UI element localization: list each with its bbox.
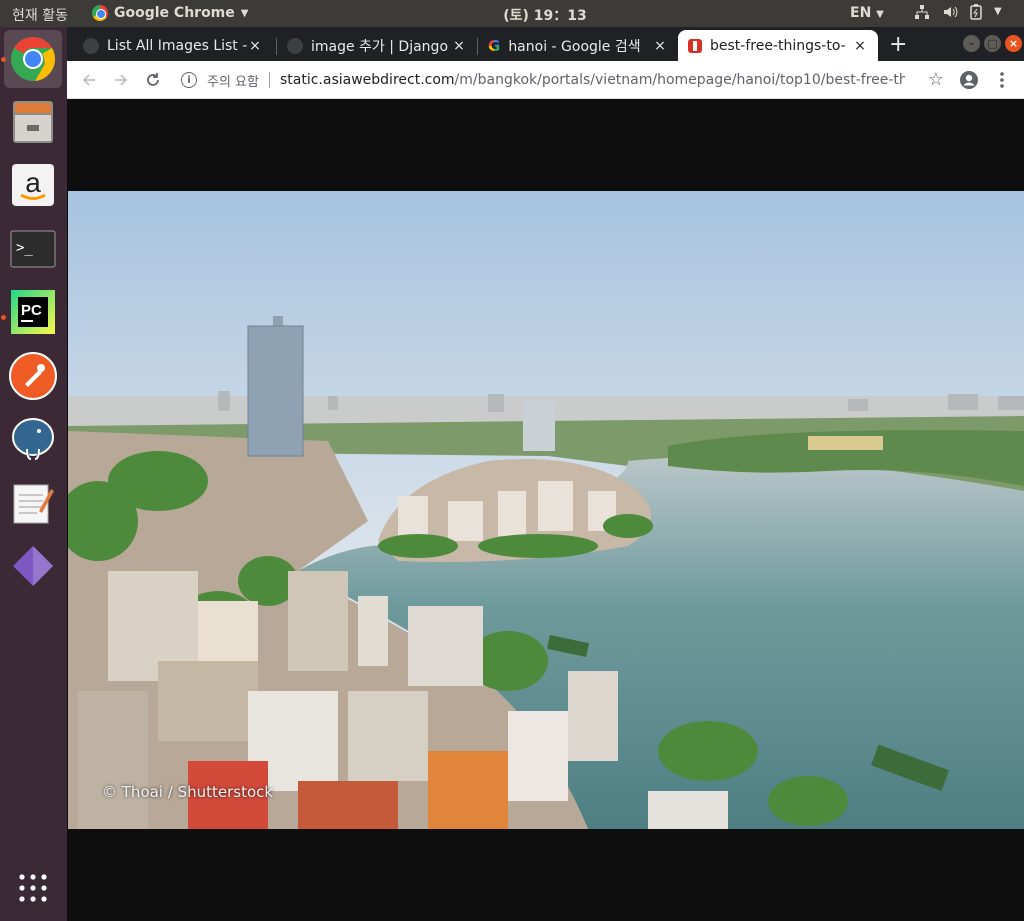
dock-postman[interactable] (4, 347, 62, 405)
dock-terminal[interactable]: >_ (4, 220, 62, 278)
site-favicon-icon (688, 38, 702, 53)
close-icon[interactable]: × (852, 38, 868, 54)
postgresql-elephant-icon (12, 418, 54, 460)
terminal-icon: >_ (10, 230, 56, 268)
tab-image-django[interactable]: image 추가 | Django × (277, 30, 477, 61)
tab-title: best-free-things-to- (710, 37, 846, 54)
address-bar[interactable]: i 주의 요함 static.asiawebdirect.com/m/bangk… (173, 65, 958, 95)
close-icon[interactable]: × (247, 38, 263, 54)
url-path: /m/bangkok/portals/vietnam/homepage/hano… (454, 72, 905, 88)
tab-hanoi-google[interactable]: G hanoi - Google 검색 × (478, 30, 678, 61)
system-tray[interactable]: ▼ (914, 4, 1002, 24)
network-icon (914, 4, 930, 24)
dock-files[interactable] (4, 93, 62, 151)
svg-text:>_: >_ (16, 240, 33, 256)
info-icon[interactable]: i (181, 72, 197, 88)
chevron-down-icon: ▼ (994, 6, 1002, 17)
new-tab-button[interactable]: + (889, 32, 907, 57)
window-controls: – □ × (963, 35, 1022, 52)
dock-amazon[interactable]: a (4, 156, 62, 214)
dock-pycharm[interactable]: PC (4, 283, 62, 341)
minimize-button[interactable]: – (963, 35, 980, 52)
language-indicator[interactable]: EN ▼ (850, 5, 884, 21)
close-icon[interactable]: × (652, 38, 668, 54)
running-indicator (1, 57, 6, 62)
maximize-button[interactable]: □ (984, 35, 1001, 52)
tab-title: hanoi - Google 검색 (508, 38, 641, 55)
account-icon (960, 71, 978, 89)
running-indicator (1, 315, 6, 320)
profile-button[interactable] (957, 68, 981, 92)
chrome-icon (11, 37, 56, 81)
svg-text:a: a (25, 167, 41, 198)
reload-button[interactable] (141, 68, 165, 92)
arrow-left-icon (82, 74, 95, 86)
forward-button[interactable] (109, 68, 133, 92)
blank-favicon-icon (83, 37, 99, 54)
system-top-bar: 현재 활동 Google Chrome ▼ (토) 19：13 EN ▼ ▼ (0, 0, 1024, 27)
hanoi-cityscape-image (68, 191, 1024, 829)
browser-toolbar: i 주의 요함 static.asiawebdirect.com/m/bangk… (67, 61, 1024, 99)
amazon-icon: a (12, 164, 54, 206)
close-window-button[interactable]: × (1005, 35, 1022, 52)
tab-title: List All Images List - (107, 37, 247, 54)
dock-pgadmin[interactable] (4, 410, 62, 468)
close-icon[interactable]: × (451, 38, 467, 54)
tab-strip: List All Images List - × image 추가 | Djan… (67, 27, 1024, 61)
svg-text:PC: PC (21, 302, 42, 319)
app-grid-icon (19, 874, 47, 902)
menu-button[interactable] (990, 68, 1014, 92)
hanoi-lake-photo[interactable]: © Thoai / Shutterstock (68, 191, 1024, 829)
photo-credit: © Thoai / Shutterstock (102, 783, 274, 801)
dock-show-applications[interactable] (4, 859, 62, 917)
url-text[interactable]: static.asiawebdirect.com/m/bangkok/porta… (280, 72, 905, 88)
battery-icon (970, 4, 982, 24)
launcher-dock: a >_ PC (0, 27, 67, 921)
purple-diamond-icon (13, 546, 53, 586)
pycharm-icon: PC (11, 290, 55, 334)
volume-icon (942, 4, 958, 24)
arrow-right-icon (115, 74, 128, 86)
bookmark-star-icon[interactable]: ☆ (928, 69, 944, 90)
google-favicon-icon: G (488, 36, 501, 55)
omnibox-divider (268, 72, 270, 88)
tab-list-all-images[interactable]: List All Images List - × (73, 30, 273, 61)
reload-icon (147, 73, 159, 86)
dock-unknown-app[interactable] (4, 537, 62, 595)
tab-title: image 추가 | Django (311, 38, 449, 55)
blank-favicon-icon (287, 37, 303, 54)
more-vert-icon (1000, 72, 1004, 88)
browser-window: List All Images List - × image 추가 | Djan… (67, 27, 1024, 99)
dock-chrome[interactable] (4, 30, 62, 88)
postman-icon (9, 352, 57, 400)
chevron-down-icon: ▼ (876, 9, 884, 20)
tab-best-free-things[interactable]: best-free-things-to- × (678, 30, 878, 61)
security-label[interactable]: 주의 요함 (207, 71, 259, 90)
dock-text-editor[interactable] (4, 474, 62, 532)
back-button[interactable] (77, 68, 101, 92)
url-host: static.asiawebdirect.com (279, 72, 455, 88)
notepad-icon (13, 484, 54, 524)
file-cabinet-icon (13, 101, 53, 143)
page-content: © Thoai / Shutterstock (67, 99, 1024, 921)
